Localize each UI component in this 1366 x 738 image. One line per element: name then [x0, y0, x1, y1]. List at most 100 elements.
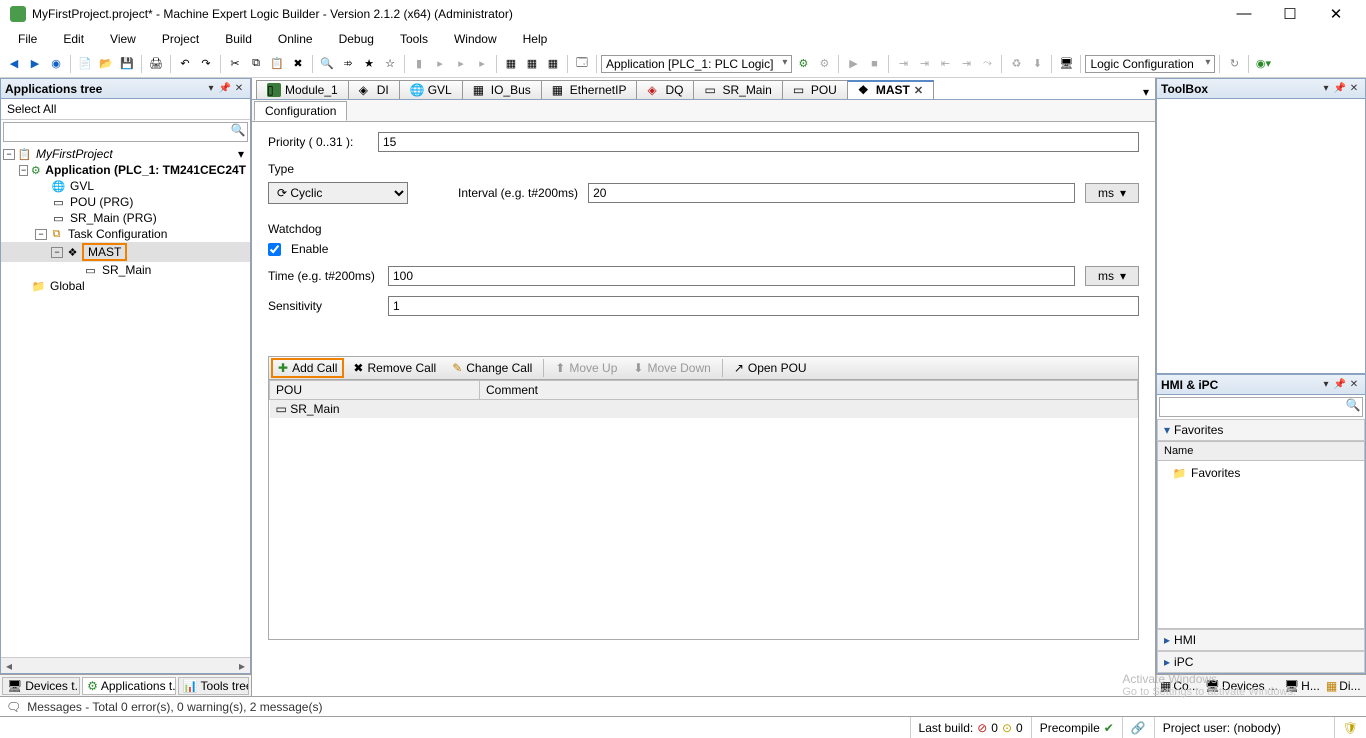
debug-step-icon[interactable]: ▸	[430, 54, 450, 74]
find-icon[interactable]: 🔍	[317, 54, 337, 74]
move-up-button[interactable]: ⬆Move Up	[548, 358, 624, 378]
enable-checkbox[interactable]	[268, 243, 281, 256]
tab-di[interactable]: ◈DI	[348, 80, 400, 99]
menu-view[interactable]: View	[98, 30, 148, 48]
nav-back-icon[interactable]: ◀	[4, 54, 24, 74]
redo-icon[interactable]: ↷	[196, 54, 216, 74]
save-icon[interactable]: 💾	[117, 54, 137, 74]
sensitivity-input[interactable]	[388, 296, 1139, 316]
search-icon[interactable]: 🔍	[1344, 398, 1362, 416]
hmi-search-input[interactable]	[1160, 398, 1344, 416]
panel-dropdown-icon[interactable]: ▾	[204, 83, 218, 94]
mtab-di[interactable]: ▦Di...	[1324, 679, 1363, 693]
run-icon[interactable]: ▶	[843, 54, 863, 74]
nav-fwd-icon[interactable]: ▶	[25, 54, 45, 74]
tree-application[interactable]: − ⚙ Application (PLC_1: TM241CEC24T	[1, 162, 250, 178]
logout-icon[interactable]: ⚙	[814, 54, 834, 74]
tabs-overflow-icon[interactable]: ▾	[1143, 85, 1149, 99]
tab-iobus[interactable]: ▦IO_Bus	[462, 80, 542, 99]
tree-search-input[interactable]	[4, 123, 229, 141]
new-icon[interactable]: 📄	[75, 54, 95, 74]
menu-window[interactable]: Window	[442, 30, 509, 48]
close-button[interactable]: ✕	[1322, 5, 1350, 23]
tab-ethernetip[interactable]: ▦EthernetIP	[541, 80, 638, 99]
add-call-button[interactable]: ✚Add Call	[271, 358, 344, 378]
expand-icon[interactable]: −	[51, 247, 63, 258]
delete-icon[interactable]: ✖	[288, 54, 308, 74]
paste-icon[interactable]: 📋	[267, 54, 287, 74]
menu-debug[interactable]: Debug	[327, 30, 386, 48]
favorites-name-col[interactable]: Name	[1157, 441, 1365, 461]
tab-srmain[interactable]: ▭SR_Main	[693, 80, 782, 99]
panel-close-icon[interactable]: ✕	[1347, 83, 1361, 94]
download-icon[interactable]: ⬇	[1027, 54, 1047, 74]
maximize-button[interactable]: ☐	[1276, 5, 1304, 23]
tab-applications-tree[interactable]: ⚙Applications t...	[82, 677, 175, 695]
expand-icon[interactable]: −	[3, 149, 15, 160]
type-combo[interactable]: ⟳ Cyclic	[268, 182, 408, 204]
open-icon[interactable]: 📂	[96, 54, 116, 74]
subtab-configuration[interactable]: Configuration	[254, 101, 347, 121]
panel-pin-icon[interactable]: 📌	[218, 83, 232, 94]
panel-close-icon[interactable]: ✕	[232, 83, 246, 94]
tree-project[interactable]: − 📋 MyFirstProject ▾	[1, 146, 250, 162]
undo-icon[interactable]: ↶	[175, 54, 195, 74]
tab-gvl[interactable]: 🌐GVL	[399, 80, 463, 99]
ipc-section[interactable]: ▸iPC	[1157, 651, 1365, 673]
menu-online[interactable]: Online	[266, 30, 325, 48]
expand-icon[interactable]: −	[35, 229, 47, 240]
tree-sr-main-prg[interactable]: ▭ SR_Main (PRG)	[1, 210, 250, 226]
favorites-item[interactable]: 📁 Favorites	[1162, 465, 1360, 481]
tab-devices-tree[interactable]: 🖥Devices t...	[2, 677, 80, 695]
tree-task-config[interactable]: − ⧉ Task Configuration	[1, 226, 250, 242]
minimize-button[interactable]: —	[1230, 5, 1258, 23]
mtab-h[interactable]: 🖥H...	[1282, 679, 1322, 693]
grid3-icon[interactable]: ▦	[543, 54, 563, 74]
nav-home-icon[interactable]: ◉	[46, 54, 66, 74]
remove-call-button[interactable]: ✖Remove Call	[346, 358, 443, 378]
table-row[interactable]: ▭ SR_Main	[270, 400, 1138, 419]
panel-close-icon[interactable]: ✕	[1347, 379, 1361, 390]
tree-pou[interactable]: ▭ POU (PRG)	[1, 194, 250, 210]
tree-mast[interactable]: − ❖ MAST	[1, 242, 250, 262]
step5-icon[interactable]: ⤳	[977, 54, 997, 74]
menu-project[interactable]: Project	[150, 30, 211, 48]
find-next-icon[interactable]: ⤃	[338, 54, 358, 74]
config-combo[interactable]: Logic Configuration	[1085, 55, 1215, 73]
tab-dq[interactable]: ◈DQ	[636, 80, 694, 99]
bookmark2-icon[interactable]: ☆	[380, 54, 400, 74]
hmi-section[interactable]: ▸HMI	[1157, 629, 1365, 651]
tree-gvl[interactable]: 🌐 GVL	[1, 178, 250, 194]
tab-pou[interactable]: ▭POU	[782, 80, 848, 99]
tree-hscroll[interactable]: ◂▸	[1, 657, 250, 673]
move-down-button[interactable]: ⬇Move Down	[626, 358, 717, 378]
open-pou-button[interactable]: ↗Open POU	[727, 358, 814, 378]
step4-icon[interactable]: ⇥	[956, 54, 976, 74]
chevron-down-icon[interactable]: ▾	[238, 147, 248, 161]
interval-input[interactable]	[588, 183, 1075, 203]
step-out-icon[interactable]: ⇤	[935, 54, 955, 74]
stop-icon[interactable]: ■	[864, 54, 884, 74]
tab-module1[interactable]: ▯Module_1	[256, 80, 349, 99]
copy-icon[interactable]: ⧉	[246, 54, 266, 74]
screen-icon[interactable]: 🖥	[1056, 54, 1076, 74]
time-input[interactable]	[388, 266, 1075, 286]
cut-icon[interactable]: ✂	[225, 54, 245, 74]
favorites-section[interactable]: ▾Favorites	[1157, 419, 1365, 441]
menu-file[interactable]: File	[6, 30, 49, 48]
col-comment[interactable]: Comment	[480, 381, 1138, 400]
time-unit[interactable]: ms▾	[1085, 266, 1139, 286]
print-icon[interactable]: 🖨	[146, 54, 166, 74]
tab-close-icon[interactable]: ✕	[914, 84, 923, 97]
tab-tools-tree[interactable]: 📊Tools tree	[178, 677, 249, 695]
application-combo[interactable]: Application [PLC_1: PLC Logic]	[601, 55, 792, 73]
menu-tools[interactable]: Tools	[388, 30, 440, 48]
tab-mast[interactable]: ❖MAST✕	[847, 80, 934, 99]
compile-icon[interactable]: ♻	[1006, 54, 1026, 74]
tree-global[interactable]: 📁 Global	[1, 278, 250, 294]
grid2-icon[interactable]: ▦	[522, 54, 542, 74]
panel-pin-icon[interactable]: 📌	[1333, 83, 1347, 94]
menu-build[interactable]: Build	[213, 30, 264, 48]
step-into-icon[interactable]: ⇥	[893, 54, 913, 74]
select-all[interactable]: Select All	[1, 99, 250, 120]
